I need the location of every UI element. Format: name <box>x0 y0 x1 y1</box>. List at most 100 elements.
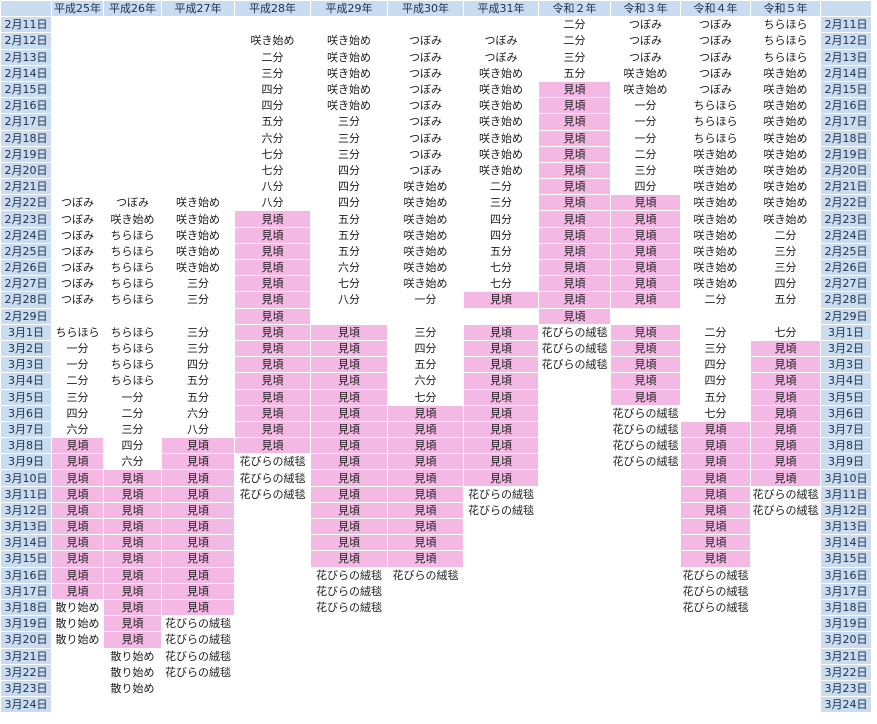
status-cell: 見頃 <box>387 437 464 455</box>
status-cell: つぼみ <box>680 80 751 99</box>
status-cell: 見頃 <box>103 517 162 536</box>
status-cell <box>538 420 611 439</box>
status-cell <box>234 534 311 552</box>
status-cell: 見頃 <box>538 275 611 293</box>
status-cell: 咲き始め <box>310 97 388 115</box>
header-year: 令和４年 <box>680 0 751 18</box>
table-row: 3月6日 四分 二分 六分 見頃 見頃 見頃 見頃 花びらの絨毯 七分 見頃 3月6日 <box>0 404 872 422</box>
status-cell: 一分 <box>610 129 681 147</box>
date-cell-right: 2月28日 <box>820 291 872 309</box>
table-row: 3月15日 見頃 見頃 見頃 見頃 見頃 見頃 3月15日 <box>0 550 872 568</box>
header-year: 平成29年 <box>310 0 388 18</box>
header-date-right <box>820 0 872 18</box>
status-cell: ちらほら <box>750 16 821 34</box>
status-cell: 咲き始め <box>750 64 821 82</box>
status-cell: 三分 <box>610 161 681 180</box>
status-cell: 咲き始め <box>310 64 388 82</box>
status-cell: 見頃 <box>234 420 311 439</box>
status-cell <box>51 97 104 115</box>
status-cell: 散り始め <box>103 663 162 681</box>
status-cell: 見頃 <box>610 210 681 228</box>
status-cell: 六分 <box>51 420 104 439</box>
date-cell-right: 3月19日 <box>820 615 872 633</box>
header-row: 平成25年 平成26年 平成27年 平成28年 平成29年 平成30年 平成31年 令和２年令… <box>0 0 872 18</box>
status-cell: 五分 <box>750 291 821 309</box>
status-cell: 花びらの絨毯 <box>610 453 681 471</box>
date-cell-right: 2月23日 <box>820 210 872 228</box>
status-cell: 見頃 <box>103 550 162 568</box>
status-cell: 一分 <box>103 388 162 406</box>
date-cell-right: 2月17日 <box>820 113 872 131</box>
status-cell: 見頃 <box>161 453 235 471</box>
status-cell <box>538 663 611 681</box>
status-cell <box>463 663 539 681</box>
status-cell: ちらほら <box>680 129 751 147</box>
status-cell: つぼみ <box>387 129 464 147</box>
status-cell: 二分 <box>234 48 311 66</box>
table-row: 3月14日 見頃 見頃 見頃 見頃 見頃 見頃 3月14日 <box>0 534 872 552</box>
status-cell <box>750 615 821 633</box>
date-cell-right: 2月24日 <box>820 226 872 244</box>
date-cell-right: 3月10日 <box>820 469 872 487</box>
status-cell: 六分 <box>234 129 311 147</box>
status-cell: 見頃 <box>538 113 611 131</box>
status-cell <box>463 307 539 325</box>
status-cell: つぼみ <box>51 226 104 244</box>
status-cell: 見頃 <box>538 242 611 261</box>
table-row: 2月20日 七分 四分 つぼみ 咲き始め 見頃 三分 咲き始め 咲き始め 2月20日 <box>0 161 872 180</box>
status-cell <box>538 372 611 390</box>
status-cell <box>750 647 821 665</box>
table-row: 2月18日 六分 三分 つぼみ 咲き始め 見頃 一分 ちらほら 咲き始め 2月18日 <box>0 129 872 147</box>
status-cell: つぼみ <box>680 64 751 82</box>
status-cell: 見頃 <box>610 226 681 244</box>
status-cell: 五分 <box>234 113 311 131</box>
status-cell: 見頃 <box>387 485 464 503</box>
date-cell-right: 3月3日 <box>820 356 872 374</box>
header-year: 令和２年 <box>538 0 611 18</box>
status-cell <box>463 582 539 600</box>
status-cell: 四分 <box>387 339 464 358</box>
status-cell: ちらほら <box>103 275 162 293</box>
status-cell: 見頃 <box>538 226 611 244</box>
date-cell-left: 3月3日 <box>0 356 52 374</box>
date-cell-left: 2月21日 <box>0 178 52 196</box>
date-cell-left: 3月18日 <box>0 598 52 617</box>
status-cell: 五分 <box>161 372 235 390</box>
status-cell: ちらほら <box>103 242 162 261</box>
date-cell-right: 3月11日 <box>820 485 872 503</box>
table-row: 3月4日 二分 ちらほら 五分 見頃 見頃 六分 見頃 見頃 四分 見頃 3月4日 <box>0 372 872 390</box>
status-cell <box>538 404 611 422</box>
status-cell: 見頃 <box>310 404 388 422</box>
status-cell <box>538 388 611 406</box>
status-cell: 三分 <box>680 339 751 358</box>
date-cell-right: 3月24日 <box>820 696 872 714</box>
status-cell: 八分 <box>161 420 235 439</box>
status-cell: つぼみ <box>51 275 104 293</box>
status-cell <box>161 113 235 131</box>
status-cell: 見頃 <box>234 226 311 244</box>
status-cell: 咲き始め <box>161 258 235 277</box>
status-cell: 見頃 <box>610 258 681 277</box>
table-row: 2月27日 つぼみ ちらほら 三分 見頃 七分 咲き始め 七分 見頃 見頃 咲き始め 四分 2月27日 <box>0 275 872 293</box>
status-cell: つぼみ <box>103 194 162 212</box>
status-cell: 七分 <box>463 275 539 293</box>
status-cell <box>161 64 235 82</box>
status-cell: 二分 <box>103 404 162 422</box>
status-cell: 見頃 <box>463 437 539 455</box>
status-cell <box>463 696 539 714</box>
status-cell: ちらほら <box>103 258 162 277</box>
status-cell: 六分 <box>161 404 235 422</box>
status-cell: 見頃 <box>538 178 611 196</box>
status-cell: 見頃 <box>51 534 104 552</box>
date-cell-left: 3月10日 <box>0 469 52 487</box>
status-cell: 咲き始め <box>750 194 821 212</box>
date-cell-left: 2月12日 <box>0 32 52 50</box>
status-cell: 花びらの絨毯 <box>610 420 681 439</box>
status-cell: 見頃 <box>680 501 751 520</box>
status-cell: 二分 <box>680 323 751 341</box>
status-cell: 花びらの絨毯 <box>680 566 751 584</box>
status-cell <box>103 80 162 99</box>
status-cell: 見頃 <box>610 291 681 309</box>
date-cell-right: 3月9日 <box>820 453 872 471</box>
header-year: 令和３年 <box>610 0 681 18</box>
